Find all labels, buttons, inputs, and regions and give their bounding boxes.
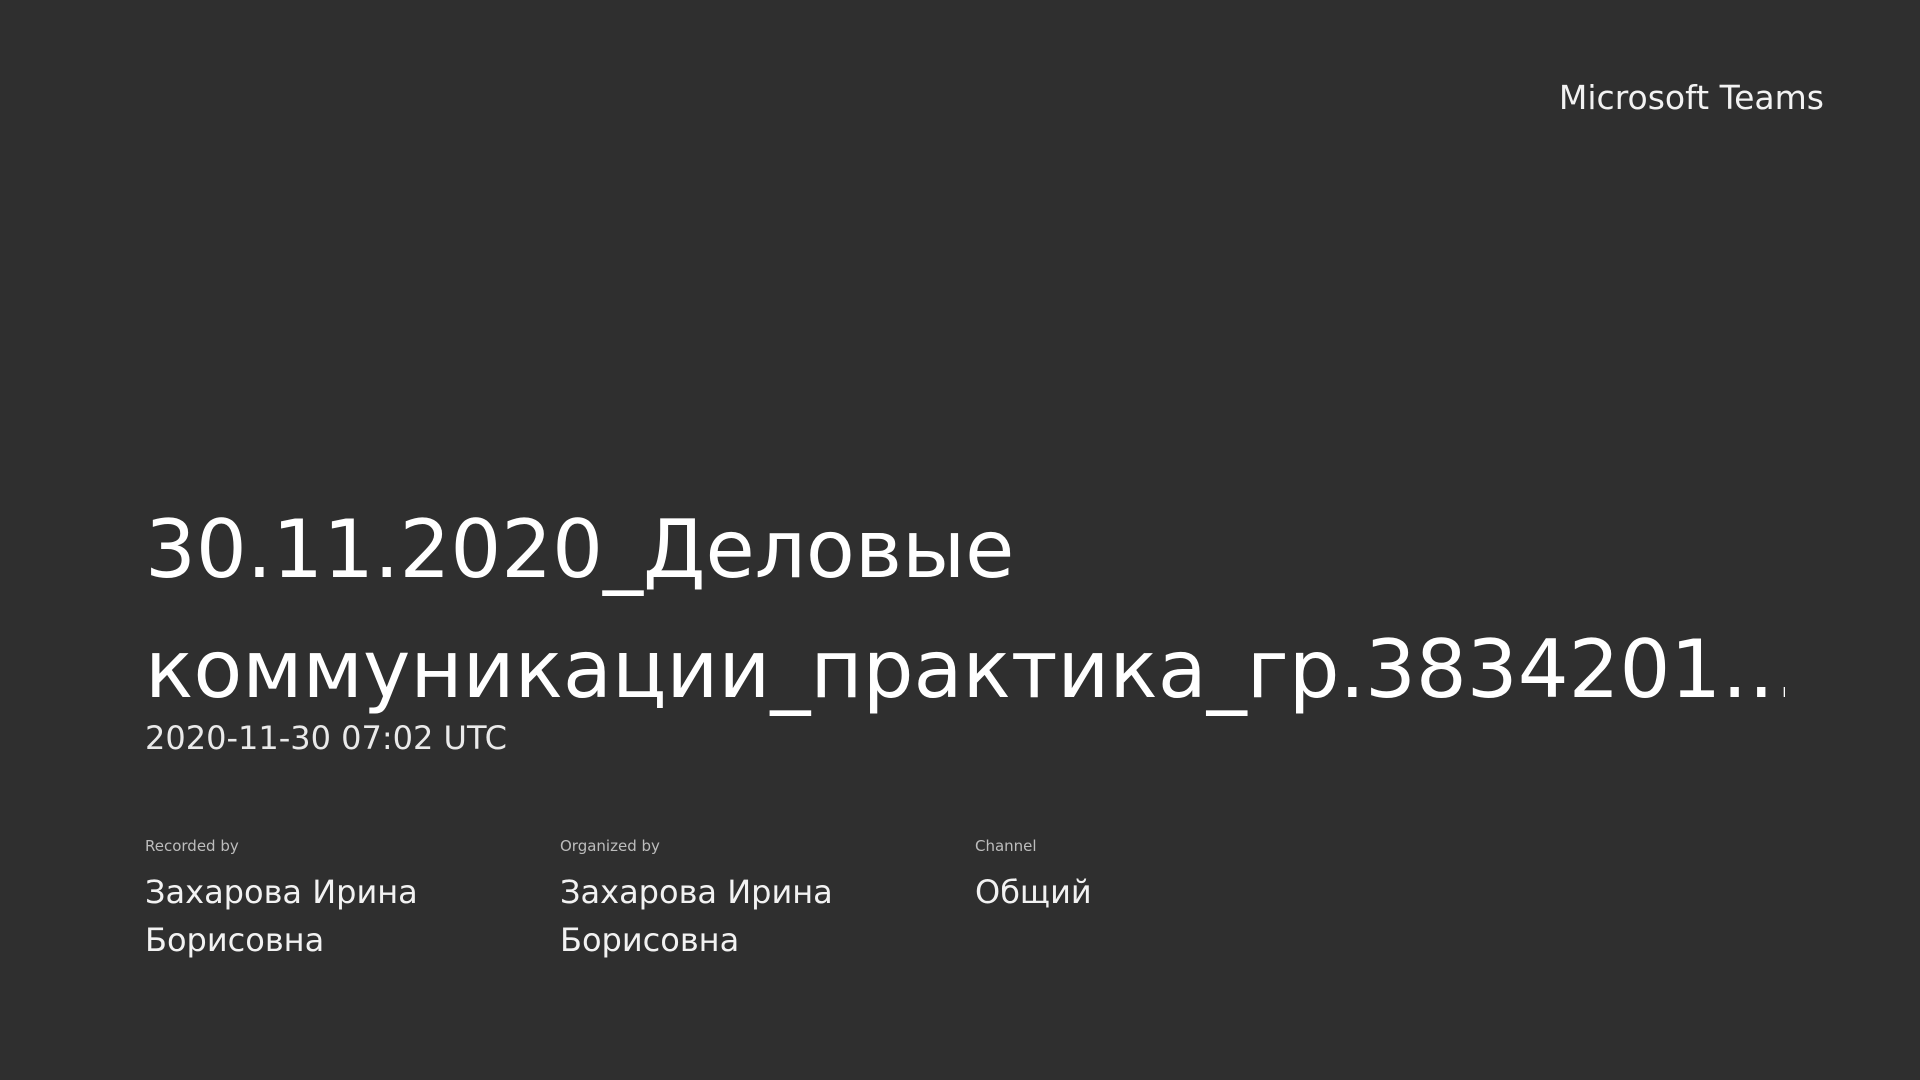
channel-detail: Channel Общий bbox=[975, 836, 1390, 964]
recorded-by-value: Захарова Ирина Борисовна bbox=[145, 873, 418, 959]
organized-by-label: Organized by bbox=[560, 837, 660, 855]
meeting-details: Recorded by Захарова Ирина Борисовна Org… bbox=[145, 836, 1785, 964]
channel-label: Channel bbox=[975, 837, 1037, 855]
recorded-by-label: Recorded by bbox=[145, 837, 239, 855]
meeting-title: 30.11.2020_Деловые коммуникации_практика… bbox=[145, 503, 1785, 716]
meeting-info: 30.11.2020_Деловые коммуникации_практика… bbox=[145, 490, 1785, 964]
organized-by-value: Захарова Ирина Борисовна bbox=[560, 873, 833, 959]
organized-by-detail: Organized by Захарова Ирина Борисовна bbox=[560, 836, 975, 964]
microsoft-teams-brand: Microsoft Teams bbox=[1558, 78, 1824, 117]
recording-title-card: Microsoft Teams 30.11.2020_Деловые комму… bbox=[0, 0, 1920, 1080]
channel-value: Общий bbox=[975, 873, 1092, 911]
recorded-by-detail: Recorded by Захарова Ирина Борисовна bbox=[145, 836, 560, 964]
